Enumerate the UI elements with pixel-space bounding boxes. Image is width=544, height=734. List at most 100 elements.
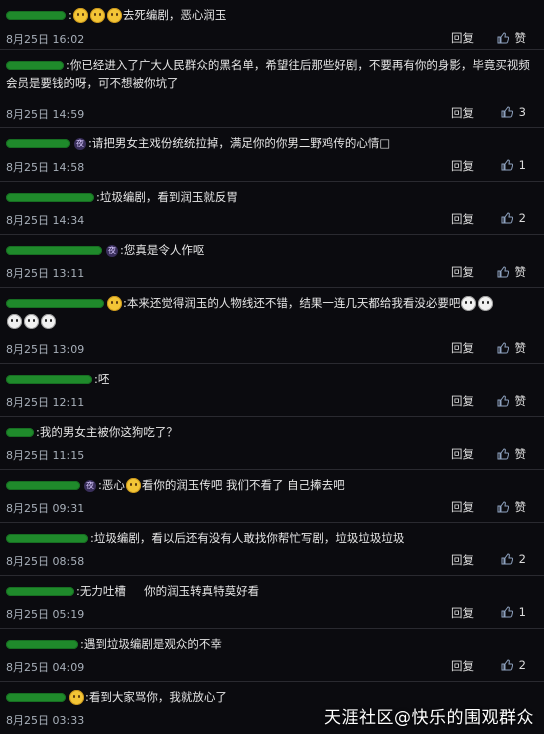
like-count: 3: [518, 105, 526, 119]
reply-button[interactable]: 回复: [451, 605, 474, 621]
thumbs-up-icon: [497, 501, 509, 513]
comment-item: :呸 8月25日 12:11 回复 赞: [0, 364, 544, 417]
thumbs-up-icon: [497, 342, 509, 354]
thumbs-up-icon: [501, 553, 513, 565]
reply-button[interactable]: 回复: [451, 105, 474, 121]
dog-emoji-icon: [7, 314, 22, 329]
comment-item: 夜:请把男女主戏份统统拉掉，满足你的你男二野鸡传的心情□ 8月25日 14:58…: [0, 128, 544, 182]
reply-button[interactable]: 回复: [451, 658, 474, 674]
smile-emoji-icon: [125, 478, 141, 493]
reply-button[interactable]: 回复: [451, 264, 474, 280]
thumbs-up-icon: [501, 106, 513, 118]
comment-text-row: 夜:您真是令人作呕: [6, 241, 536, 259]
like-button[interactable]: 2: [501, 658, 526, 672]
comment-item: : 去死编剧，恶心润玉 8月25日 16:02 回复 赞: [0, 0, 544, 50]
comment-text: 你已经进入了广大人民群众的黑名单，希望往后那些好剧，不要再有你的身影，毕竟买视频…: [6, 58, 530, 90]
reply-button[interactable]: 回复: [451, 552, 474, 568]
like-button[interactable]: 赞: [497, 340, 526, 356]
comment-date: 8月25日 16:02: [6, 33, 85, 46]
comment-text: 垃圾编剧，看以后还有没有人敢找你帮忙写剧，垃圾垃圾垃圾: [93, 531, 405, 545]
comment-text-row: 夜:恶心 看你的润玉传吧 我们不看了 自己捧去吧: [6, 476, 536, 494]
thumbs-up-icon: [497, 395, 509, 407]
username[interactable]: [6, 428, 34, 437]
reply-button[interactable]: 回复: [451, 393, 474, 409]
username[interactable]: [6, 61, 64, 70]
username[interactable]: [6, 11, 66, 20]
smile-emoji-icon: [106, 8, 122, 23]
like-count: 赞: [514, 265, 527, 279]
reply-button[interactable]: 回复: [451, 211, 474, 227]
comment-date: 8月25日 04:09: [6, 661, 85, 674]
thumbs-up-icon: [501, 212, 513, 224]
comment-item: :我的男女主被你这狗吃了？ 8月25日 11:15 回复 赞: [0, 417, 544, 470]
comment-date: 8月25日 03:33: [6, 714, 85, 727]
like-count: 2: [518, 658, 526, 672]
like-button[interactable]: 2: [501, 211, 526, 225]
dog-emoji-icon: [478, 296, 494, 311]
username[interactable]: [6, 534, 88, 543]
like-count: 2: [518, 211, 526, 225]
reply-button[interactable]: 回复: [451, 340, 474, 356]
thumbs-up-icon: [501, 606, 513, 618]
comment-item: :本来还觉得润玉的人物线还不错，结果一连几天都给我看没必要吧 8月25日 13:…: [0, 288, 544, 364]
username[interactable]: [6, 693, 66, 702]
comment-item: :垃圾编剧，看到润玉就反胃 8月25日 14:34 回复 2: [0, 182, 544, 235]
username[interactable]: [6, 481, 80, 490]
laugh-emoji-icon: [72, 8, 88, 23]
like-button[interactable]: 赞: [497, 499, 526, 515]
comment-date: 8月25日 09:31: [6, 502, 85, 515]
like-button[interactable]: 3: [501, 105, 526, 119]
username[interactable]: [6, 299, 104, 308]
comment-text: 去死编剧，恶心润玉: [122, 8, 227, 22]
comment-item: :遇到垃圾编剧是观众的不幸 8月25日 04:09 回复 2: [0, 629, 544, 682]
like-button[interactable]: 1: [501, 605, 526, 619]
comment-text-part: 看你的润玉传吧 我们不看了 自己捧去吧: [141, 478, 345, 492]
like-button[interactable]: 2: [501, 552, 526, 566]
comment-date: 8月25日 11:15: [6, 449, 85, 462]
reply-button[interactable]: 回复: [451, 158, 474, 174]
like-button[interactable]: 赞: [497, 393, 527, 409]
like-button[interactable]: 赞: [497, 446, 526, 462]
dog-emoji-icon: [24, 314, 39, 329]
like-button[interactable]: 赞: [497, 30, 527, 46]
comment-date: 8月25日 14:34: [6, 214, 85, 227]
comment-text-row: :垃圾编剧，看到润玉就反胃: [6, 188, 536, 206]
comment-text-row: :无力吐槽 你的润玉转真特莫好看: [6, 582, 536, 600]
thumbs-up-icon: [497, 266, 509, 278]
like-button[interactable]: 赞: [497, 264, 527, 280]
like-button[interactable]: 1: [501, 158, 526, 172]
username[interactable]: [6, 375, 92, 384]
username[interactable]: [6, 246, 102, 255]
comment-text-row: : 去死编剧，恶心润玉: [6, 6, 536, 24]
comment-text-row: :呸: [6, 370, 536, 388]
comment-date: 8月25日 13:11: [6, 267, 85, 280]
laugh-emoji-icon: [89, 8, 105, 23]
like-count: 赞: [514, 394, 527, 408]
comment-text: 请把男女主戏份统统拉掉，满足你的你男二野鸡传的心情□: [91, 136, 391, 150]
comment-text: 我的男女主被你这狗吃了？: [39, 425, 178, 439]
comment-date: 8月25日 08:58: [6, 555, 85, 568]
like-count: 1: [518, 158, 526, 172]
comment-text-row: :我的男女主被你这狗吃了？: [6, 423, 536, 441]
vip-night-badge: 夜: [84, 479, 96, 492]
comment-text-row: :遇到垃圾编剧是观众的不幸: [6, 635, 536, 653]
comment-text: 呸: [97, 372, 110, 386]
username[interactable]: [6, 587, 74, 596]
reply-button[interactable]: 回复: [451, 446, 474, 462]
reply-button[interactable]: 回复: [451, 30, 474, 46]
username[interactable]: [6, 139, 70, 148]
vip-night-badge: 夜: [106, 244, 118, 257]
comment-text: 您真是令人作呕: [123, 243, 205, 257]
username[interactable]: [6, 640, 78, 649]
smile-emoji-icon: [107, 296, 122, 311]
like-count: 赞: [514, 31, 527, 45]
username[interactable]: [6, 193, 94, 202]
reply-button[interactable]: 回复: [451, 499, 474, 515]
comment-text-row: 夜:请把男女主戏份统统拉掉，满足你的你男二野鸡传的心情□: [6, 134, 536, 152]
thumbs-up-icon: [501, 159, 513, 171]
thumbs-up-icon: [497, 448, 509, 460]
watermark: 天涯社区@快乐的围观群众: [324, 708, 534, 728]
comment-text: 无力吐槽 你的润玉转真特莫好看: [79, 584, 260, 598]
comment-item: :垃圾编剧，看以后还有没有人敢找你帮忙写剧，垃圾垃圾垃圾 8月25日 08:58…: [0, 523, 544, 576]
comment-date: 8月25日 14:59: [6, 108, 85, 121]
